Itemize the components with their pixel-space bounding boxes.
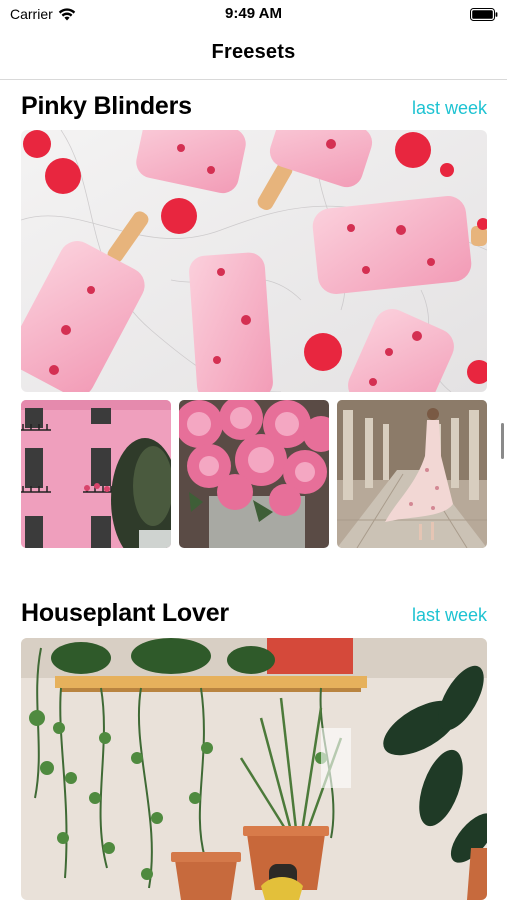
page-title: Freesets — [211, 41, 296, 63]
section-date: last week — [411, 605, 487, 625]
thumbnail-pink-building[interactable] — [21, 400, 171, 548]
status-time: 9:49 AM — [225, 5, 282, 22]
section-title: Pinky Blinders — [21, 92, 192, 120]
preset-section-pinky-blinders[interactable]: Pinky Blinders last week — [0, 92, 507, 548]
preset-section-houseplant-lover[interactable]: Houseplant Lover last week — [0, 599, 507, 900]
scroll-indicator[interactable] — [501, 423, 504, 459]
thumbnail-woman-in-arcade[interactable] — [337, 400, 487, 548]
navigation-bar: Freesets — [0, 30, 507, 80]
hero-image-houseplants[interactable] — [21, 638, 487, 900]
section-header: Pinky Blinders last week — [0, 92, 507, 132]
hero-image-pink-popsicles[interactable] — [21, 130, 487, 392]
status-bar: Carrier 9:49 AM — [0, 0, 507, 30]
section-title: Houseplant Lover — [21, 599, 229, 627]
thumbnail-pink-peonies[interactable] — [179, 400, 329, 548]
section-header: Houseplant Lover last week — [0, 599, 507, 639]
battery-icon — [470, 8, 498, 21]
section-date: last week — [411, 98, 487, 118]
